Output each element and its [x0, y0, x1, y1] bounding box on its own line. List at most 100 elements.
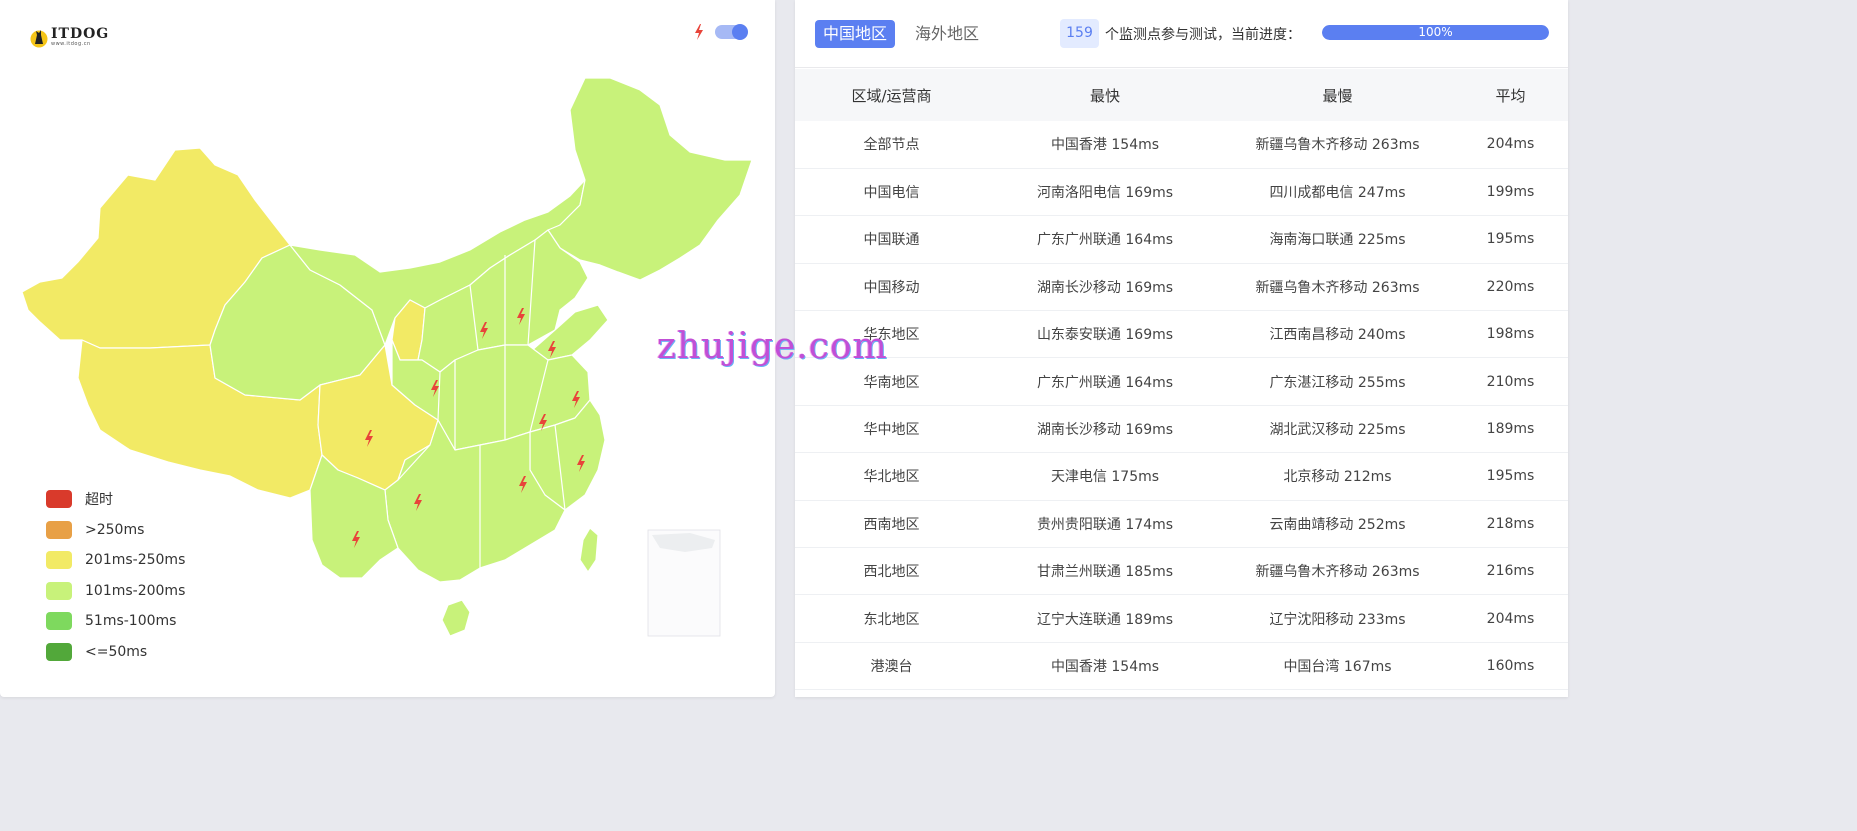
table-header-row: 区域/运营商 最快 最慢 平均	[795, 69, 1568, 121]
cell-fastest: 河南洛阳电信 169ms	[988, 168, 1222, 217]
latency-legend: 超时 >250ms 201ms-250ms 101ms-200ms 51ms-1…	[46, 484, 185, 667]
cell-average: 204ms	[1453, 121, 1568, 169]
cell-average: 195ms	[1453, 215, 1568, 264]
legend-label: 51ms-100ms	[85, 613, 177, 630]
cell-fastest: 湖南长沙移动 169ms	[988, 263, 1222, 312]
legend-swatch	[46, 642, 72, 661]
cell-region: 全部节点	[795, 121, 988, 169]
node-count-badge: 159	[1060, 19, 1099, 48]
cell-average: 216ms	[1453, 547, 1568, 596]
table-row[interactable]: 华东地区 山东泰安联通 169ms 江西南昌移动 240ms 198ms	[795, 310, 1568, 359]
cell-fastest: 甘肃兰州联通 185ms	[988, 547, 1222, 596]
cell-slowest: 新疆乌鲁木齐移动 263ms	[1222, 263, 1453, 312]
legend-item[interactable]: <=50ms	[46, 637, 185, 668]
legend-item[interactable]: 51ms-100ms	[46, 606, 185, 637]
cell-slowest: 北京移动 212ms	[1222, 452, 1453, 501]
legend-swatch	[46, 581, 72, 600]
cell-fastest: 辽宁大连联通 189ms	[988, 594, 1222, 643]
logo-url: www.itdog.cn	[51, 41, 91, 47]
legend-swatch	[46, 551, 72, 570]
cell-slowest: 新疆乌鲁木齐移动 263ms	[1222, 121, 1453, 169]
progress-label: 个监测点参与测试，当前进度：	[1105, 27, 1301, 43]
table-row[interactable]: 华北地区 天津电信 175ms 北京移动 212ms 195ms	[795, 452, 1568, 501]
cell-slowest: 海南海口联通 225ms	[1222, 215, 1453, 264]
itdog-logo: ITDOG www.itdog.cn	[30, 26, 109, 48]
legend-label: 201ms-250ms	[85, 552, 186, 569]
cell-region: 中国电信	[795, 168, 988, 217]
toggle-knob	[732, 24, 748, 40]
latency-table: 区域/运营商 最快 最慢 平均 全部节点 中国香港 154ms 新疆乌鲁木齐移动 2…	[795, 69, 1568, 691]
cell-region: 华南地区	[795, 357, 988, 406]
cell-region: 华北地区	[795, 452, 988, 501]
legend-item[interactable]: 超时	[46, 484, 185, 515]
legend-item[interactable]: 201ms-250ms	[46, 545, 185, 576]
dog-logo-icon	[30, 26, 48, 48]
region-taiwan[interactable]	[579, 527, 599, 573]
cell-slowest: 湖北武汉移动 225ms	[1222, 405, 1453, 454]
legend-swatch	[46, 520, 72, 539]
legend-item[interactable]: >250ms	[46, 515, 185, 546]
col-header-average[interactable]: 平均	[1453, 69, 1568, 121]
legend-label: >250ms	[85, 521, 145, 538]
tab-overseas[interactable]: 海外地区	[907, 20, 987, 48]
cell-average: 204ms	[1453, 594, 1568, 643]
cell-fastest: 广东广州联通 164ms	[988, 357, 1222, 406]
logo-title: ITDOG	[51, 26, 110, 42]
cell-region: 港澳台	[795, 642, 988, 691]
table-row[interactable]: 中国移动 湖南长沙移动 169ms 新疆乌鲁木齐移动 263ms 220ms	[795, 263, 1568, 312]
cell-slowest: 云南曲靖移动 252ms	[1222, 500, 1453, 549]
cell-average: 160ms	[1453, 642, 1568, 691]
cell-fastest: 广东广州联通 164ms	[988, 215, 1222, 264]
cell-slowest: 广东湛江移动 255ms	[1222, 357, 1453, 406]
table-row[interactable]: 华中地区 湖南长沙移动 169ms 湖北武汉移动 225ms 189ms	[795, 405, 1568, 454]
col-header-region[interactable]: 区域/运营商	[795, 69, 988, 121]
cell-fastest: 湖南长沙移动 169ms	[988, 405, 1222, 454]
tab-china[interactable]: 中国地区	[815, 20, 896, 48]
cell-slowest: 江西南昌移动 240ms	[1222, 310, 1453, 359]
cell-average: 220ms	[1453, 263, 1568, 312]
cell-region: 中国移动	[795, 263, 988, 312]
col-header-slowest[interactable]: 最慢	[1222, 69, 1453, 121]
cell-region: 西南地区	[795, 500, 988, 549]
cell-average: 195ms	[1453, 452, 1568, 501]
table-row[interactable]: 西北地区 甘肃兰州联通 185ms 新疆乌鲁木齐移动 263ms 216ms	[795, 547, 1568, 596]
results-panel: 中国地区 海外地区 159 个监测点参与测试，当前进度： 100% 区域/运营商…	[795, 0, 1568, 697]
cell-average: 189ms	[1453, 405, 1568, 454]
cell-fastest: 天津电信 175ms	[988, 452, 1222, 501]
table-row[interactable]: 中国电信 河南洛阳电信 169ms 四川成都电信 247ms 199ms	[795, 168, 1568, 217]
legend-label: 101ms-200ms	[85, 582, 186, 599]
cell-average: 198ms	[1453, 310, 1568, 359]
cell-slowest: 四川成都电信 247ms	[1222, 168, 1453, 217]
cell-fastest: 中国香港 154ms	[988, 642, 1222, 691]
legend-label: <=50ms	[85, 643, 148, 660]
legend-label: 超时	[85, 492, 113, 509]
lightning-icon	[695, 24, 703, 40]
cell-slowest: 辽宁沈阳移动 233ms	[1222, 594, 1453, 643]
progress-bar: 100%	[1322, 25, 1549, 40]
nodes-toggle-switch[interactable]	[715, 24, 748, 40]
progress-fill: 100%	[1322, 25, 1549, 40]
table-row[interactable]: 中国联通 广东广州联通 164ms 海南海口联通 225ms 195ms	[795, 215, 1568, 264]
cell-fastest: 中国香港 154ms	[988, 121, 1222, 169]
table-row[interactable]: 华南地区 广东广州联通 164ms 广东湛江移动 255ms 210ms	[795, 357, 1568, 406]
cell-region: 东北地区	[795, 594, 988, 643]
cell-region: 华中地区	[795, 405, 988, 454]
legend-swatch	[46, 612, 72, 631]
results-toolbar: 中国地区 海外地区 159 个监测点参与测试，当前进度： 100%	[795, 0, 1568, 68]
region-hainan[interactable]	[441, 599, 471, 637]
cell-slowest: 新疆乌鲁木齐移动 263ms	[1222, 547, 1453, 596]
table-row[interactable]: 东北地区 辽宁大连联通 189ms 辽宁沈阳移动 233ms 204ms	[795, 594, 1568, 643]
cell-average: 199ms	[1453, 168, 1568, 217]
cell-fastest: 山东泰安联通 169ms	[988, 310, 1222, 359]
cell-average: 210ms	[1453, 357, 1568, 406]
region-northeast[interactable]	[547, 77, 753, 281]
col-header-fastest[interactable]: 最快	[988, 69, 1222, 121]
table-row[interactable]: 全部节点 中国香港 154ms 新疆乌鲁木齐移动 263ms 204ms	[795, 121, 1568, 169]
cell-region: 中国联通	[795, 215, 988, 264]
legend-item[interactable]: 101ms-200ms	[46, 576, 185, 607]
cell-region: 西北地区	[795, 547, 988, 596]
map-panel: ITDOG www.itdog.cn 超时 >250ms 201ms-250ms…	[0, 0, 775, 697]
table-row[interactable]: 港澳台 中国香港 154ms 中国台湾 167ms 160ms	[795, 642, 1568, 691]
cell-slowest: 中国台湾 167ms	[1222, 642, 1453, 691]
table-row[interactable]: 西南地区 贵州贵阳联通 174ms 云南曲靖移动 252ms 218ms	[795, 500, 1568, 549]
